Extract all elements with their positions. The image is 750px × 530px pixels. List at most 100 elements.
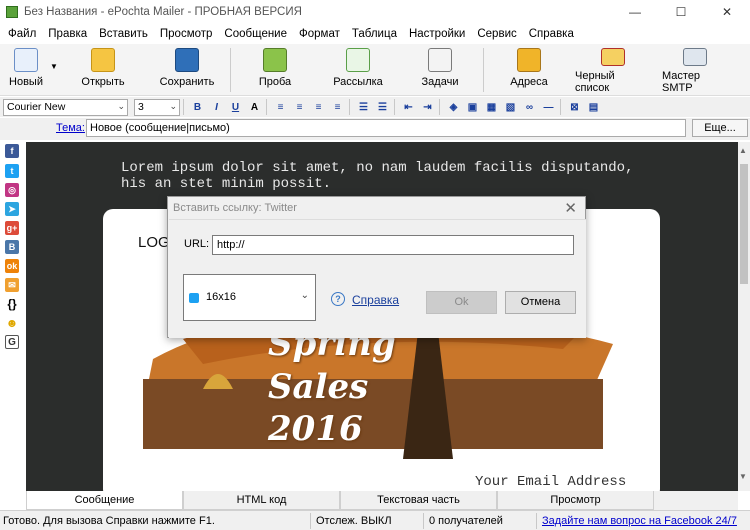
menu-edit[interactable]: Правка xyxy=(42,28,93,40)
smtp-wizard-button[interactable]: Мастер SMTP xyxy=(662,48,728,94)
format-toolbar: Courier New ⌄ 3 ⌄ B I U A ≡ ≡ ≡ ≡ ☰ ☰ ⇤ ⇥ … xyxy=(0,97,750,117)
icon-size-value: 16x16 xyxy=(206,291,236,303)
source-icon[interactable]: ▤ xyxy=(585,99,602,116)
facebook-icon[interactable]: f xyxy=(5,144,19,158)
tab-message[interactable]: Сообщение xyxy=(26,491,183,510)
font-size-select[interactable]: 3 ⌄ xyxy=(134,98,180,116)
odnoklassniki-icon[interactable]: ok xyxy=(5,259,19,273)
toolbar-divider xyxy=(439,99,440,115)
tasks-button[interactable]: Задачи xyxy=(418,48,462,94)
menu-bar: Файл Правка Вставить Просмотр Сообщение … xyxy=(0,24,750,44)
subject-input[interactable]: Новое (сообщение|письмо) xyxy=(86,119,686,137)
menu-view[interactable]: Просмотр xyxy=(154,28,219,40)
font-select[interactable]: Courier New ⌄ xyxy=(3,98,128,116)
menu-help[interactable]: Справка xyxy=(523,28,580,40)
subject-label[interactable]: Тема: xyxy=(56,122,85,134)
table-icon[interactable]: ▦ xyxy=(483,99,500,116)
instagram-icon[interactable]: ◎ xyxy=(5,183,19,197)
clear-format-icon[interactable]: ⊠ xyxy=(566,99,583,116)
menu-file[interactable]: Файл xyxy=(2,28,42,40)
new-dropdown-icon[interactable]: ▼ xyxy=(50,62,58,71)
image-icon[interactable]: ▣ xyxy=(464,99,481,116)
horizontal-line-icon[interactable]: — xyxy=(540,99,557,116)
scroll-thumb[interactable] xyxy=(740,164,748,284)
tab-preview[interactable]: Просмотр xyxy=(497,491,654,510)
blacklist-button[interactable]: Черный список xyxy=(575,48,651,94)
toolbar-divider xyxy=(230,48,231,92)
minimize-button[interactable]: — xyxy=(612,0,658,24)
status-recipients: 0 получателей xyxy=(429,515,503,527)
smiley-icon[interactable]: ☻ xyxy=(5,316,19,330)
scroll-up-icon[interactable]: ▲ xyxy=(739,146,747,155)
chevron-down-icon: ⌄ xyxy=(169,100,177,111)
maximize-button[interactable]: ☐ xyxy=(658,0,704,24)
close-button[interactable]: ✕ xyxy=(704,0,750,24)
toolbar-divider xyxy=(349,99,350,115)
fill-color-icon[interactable]: ◈ xyxy=(445,99,462,116)
server-icon xyxy=(683,48,707,66)
toolbar-divider xyxy=(394,99,395,115)
year-text: 2016 xyxy=(268,409,363,449)
cancel-button[interactable]: Отмена xyxy=(505,291,576,314)
align-justify-icon[interactable]: ≡ xyxy=(329,99,346,116)
dialog-title: Вставить ссылку: Twitter xyxy=(173,202,297,214)
tasks-clock-icon xyxy=(428,48,452,72)
underline-button[interactable]: U xyxy=(227,99,244,116)
close-icon[interactable]: ✕ xyxy=(564,199,577,217)
twitter-icon[interactable]: t xyxy=(5,164,19,178)
link-icon[interactable]: ∞ xyxy=(521,99,538,116)
toolbar-divider xyxy=(483,48,484,92)
numbered-list-icon[interactable]: ☰ xyxy=(355,99,372,116)
url-input[interactable]: http:// xyxy=(212,235,574,255)
ok-button[interactable]: Ok xyxy=(426,291,497,314)
status-tracking: Отслеж. ВЫКЛ xyxy=(316,515,392,527)
tab-html-code[interactable]: HTML код xyxy=(183,491,340,510)
menu-table[interactable]: Таблица xyxy=(346,28,403,40)
help-icon[interactable]: ? xyxy=(331,292,345,306)
vk-icon[interactable]: B xyxy=(5,240,19,254)
telegram-icon[interactable]: ➤ xyxy=(5,202,19,216)
new-button[interactable]: Новый xyxy=(6,48,46,94)
status-divider xyxy=(310,513,311,529)
save-button[interactable]: Сохранить xyxy=(156,48,218,94)
align-center-icon[interactable]: ≡ xyxy=(291,99,308,116)
sales-text: Sales xyxy=(268,367,369,407)
menu-format[interactable]: Формат xyxy=(293,28,346,40)
twitter-icon xyxy=(189,293,199,303)
menu-message[interactable]: Сообщение xyxy=(218,28,293,40)
google-plus-icon[interactable]: g+ xyxy=(5,221,19,235)
scroll-down-icon[interactable]: ▼ xyxy=(739,472,747,481)
email-address-text: Your Email Address xyxy=(475,474,627,490)
window-title: Без Названия - ePochta Mailer - ПРОБНАЯ … xyxy=(24,6,302,18)
facebook-support-link[interactable]: Задайте нам вопрос на Facebook 24/7 xyxy=(542,515,737,527)
test-button[interactable]: Проба xyxy=(255,48,295,94)
google-icon[interactable]: G xyxy=(5,335,19,349)
mailing-button[interactable]: Рассылка xyxy=(333,48,383,94)
bullet-list-icon[interactable]: ☰ xyxy=(374,99,391,116)
warning-icon xyxy=(601,48,625,66)
toolbar-divider xyxy=(560,99,561,115)
align-right-icon[interactable]: ≡ xyxy=(310,99,327,116)
align-left-icon[interactable]: ≡ xyxy=(272,99,289,116)
font-color-button[interactable]: A xyxy=(246,99,263,116)
italic-button[interactable]: I xyxy=(208,99,225,116)
menu-service[interactable]: Сервис xyxy=(471,28,522,40)
picture-icon[interactable]: ▧ xyxy=(502,99,519,116)
outdent-icon[interactable]: ⇤ xyxy=(400,99,417,116)
status-ready: Готово. Для вызова Справки нажмите F1. xyxy=(3,515,215,527)
email-icon[interactable]: ✉ xyxy=(5,278,19,292)
menu-insert[interactable]: Вставить xyxy=(93,28,154,40)
help-link[interactable]: Справка xyxy=(352,293,399,307)
icon-size-select[interactable]: 16x16 ⌄ xyxy=(183,274,316,321)
social-icons-panel: f t ◎ ➤ g+ B ok ✉ {} ☻ G xyxy=(0,140,26,490)
braces-icon[interactable]: {} xyxy=(5,297,19,311)
more-button[interactable]: Еще... xyxy=(692,119,748,137)
menu-settings[interactable]: Настройки xyxy=(403,28,471,40)
editor-scrollbar[interactable]: ▲ ▼ xyxy=(738,142,750,491)
tab-text-part[interactable]: Текстовая часть xyxy=(340,491,497,510)
addresses-button[interactable]: Адреса xyxy=(508,48,550,94)
chevron-down-icon: ⌄ xyxy=(300,290,309,301)
open-button[interactable]: Открыть xyxy=(78,48,128,94)
bold-button[interactable]: B xyxy=(189,99,206,116)
indent-icon[interactable]: ⇥ xyxy=(419,99,436,116)
